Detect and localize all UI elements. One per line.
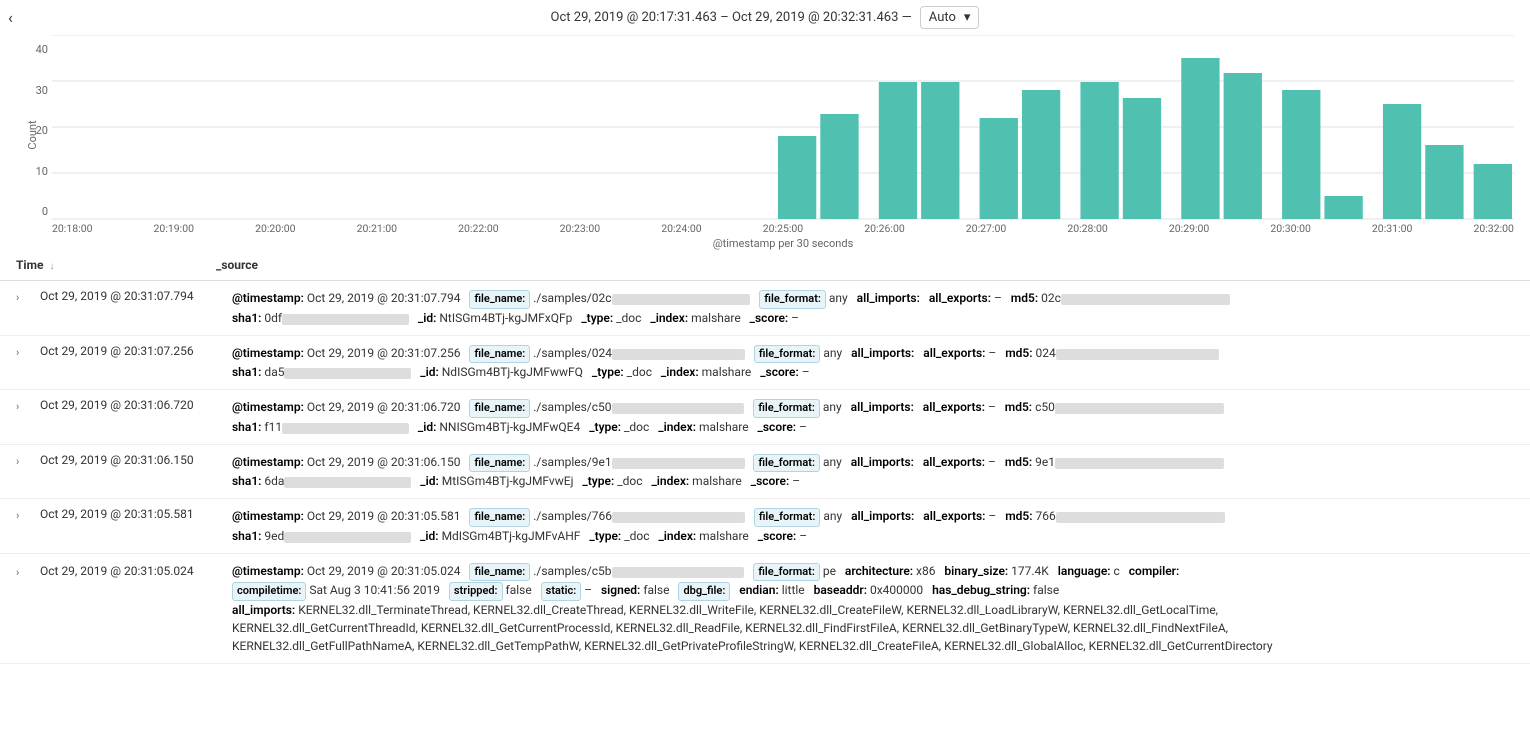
table-row: › Oct 29, 2019 @ 20:31:06.720 @timestamp… xyxy=(0,390,1530,445)
table: Time ↓ _source › Oct 29, 2019 @ 20:31:07… xyxy=(0,250,1530,664)
auto-label: Auto xyxy=(929,10,956,25)
x-tick: 20:26:00 xyxy=(864,222,905,235)
col-time-header: Time ↓ xyxy=(16,258,216,272)
x-tick: 20:21:00 xyxy=(357,222,398,235)
x-tick: 20:31:00 xyxy=(1372,222,1413,235)
back-arrow[interactable]: ‹ xyxy=(8,8,13,27)
table-row: › Oct 29, 2019 @ 20:31:07.256 @timestamp… xyxy=(0,336,1530,391)
row-time: Oct 29, 2019 @ 20:31:07.794 xyxy=(40,289,224,303)
expand-btn[interactable]: › xyxy=(16,400,32,413)
x-tick: 20:22:00 xyxy=(458,222,499,235)
x-tick: 20:30:00 xyxy=(1270,222,1311,235)
header-bar: ‹ Oct 29, 2019 @ 20:17:31.463 – Oct 29, … xyxy=(0,0,1530,35)
sort-indicator: ↓ xyxy=(49,261,54,272)
row-source: @timestamp: Oct 29, 2019 @ 20:31:06.150 … xyxy=(232,453,1514,491)
x-tick: 20:20:00 xyxy=(255,222,296,235)
expand-btn[interactable]: › xyxy=(16,564,32,582)
date-range: Oct 29, 2019 @ 20:17:31.463 – Oct 29, 20… xyxy=(551,10,912,25)
expand-btn[interactable]: › xyxy=(16,346,32,359)
expand-btn[interactable]: › xyxy=(16,455,32,468)
y-tick-10: 10 xyxy=(20,165,48,178)
row-time: Oct 29, 2019 @ 20:31:06.720 xyxy=(40,398,224,412)
y-tick-0: 0 xyxy=(20,205,48,218)
row-source: @timestamp: Oct 29, 2019 @ 20:31:07.794 … xyxy=(232,289,1514,327)
y-axis-label: Count xyxy=(26,120,39,149)
x-tick: 20:18:00 xyxy=(52,222,93,235)
col-source-header: _source xyxy=(216,258,1514,272)
row-source: @timestamp: Oct 29, 2019 @ 20:31:06.720 … xyxy=(232,398,1514,436)
table-row: › Oct 29, 2019 @ 20:31:05.581 @timestamp… xyxy=(0,499,1530,554)
x-axis-label: @timestamp per 30 seconds xyxy=(52,237,1514,250)
x-tick: 20:32:00 xyxy=(1473,222,1514,235)
bar-chart xyxy=(52,35,1514,220)
expand-btn[interactable]: › xyxy=(16,509,32,522)
x-tick: 20:23:00 xyxy=(560,222,601,235)
row-time: Oct 29, 2019 @ 20:31:07.256 xyxy=(40,344,224,358)
row-time: Oct 29, 2019 @ 20:31:05.581 xyxy=(40,507,224,521)
x-tick: 20:25:00 xyxy=(763,222,804,235)
y-tick-40: 40 xyxy=(20,43,48,56)
expand-btn[interactable]: › xyxy=(16,291,32,304)
x-tick: 20:19:00 xyxy=(154,222,195,235)
row-time: Oct 29, 2019 @ 20:31:05.024 xyxy=(40,562,224,581)
row-source: @timestamp: Oct 29, 2019 @ 20:31:07.256 … xyxy=(232,344,1514,382)
x-tick: 20:24:00 xyxy=(661,222,702,235)
x-tick: 20:27:00 xyxy=(966,222,1007,235)
auto-select[interactable]: Auto ▾ xyxy=(920,6,980,29)
table-row: › Oct 29, 2019 @ 20:31:06.150 @timestamp… xyxy=(0,445,1530,500)
table-row: › Oct 29, 2019 @ 20:31:07.794 @timestamp… xyxy=(0,281,1530,336)
table-row: › Oct 29, 2019 @ 20:31:05.024 @timestamp… xyxy=(0,554,1530,664)
time-label: Time xyxy=(16,258,44,272)
row-time: Oct 29, 2019 @ 20:31:06.150 xyxy=(40,453,224,467)
x-tick: 20:28:00 xyxy=(1067,222,1108,235)
table-header: Time ↓ _source xyxy=(0,250,1530,281)
row-source: @timestamp: Oct 29, 2019 @ 20:31:05.024 … xyxy=(232,562,1514,655)
chart-container: Count 40 30 20 10 0 xyxy=(0,35,1530,250)
y-tick-30: 30 xyxy=(20,84,48,97)
row-source: @timestamp: Oct 29, 2019 @ 20:31:05.581 … xyxy=(232,507,1514,545)
dropdown-icon: ▾ xyxy=(964,10,971,25)
x-tick: 20:29:00 xyxy=(1169,222,1210,235)
